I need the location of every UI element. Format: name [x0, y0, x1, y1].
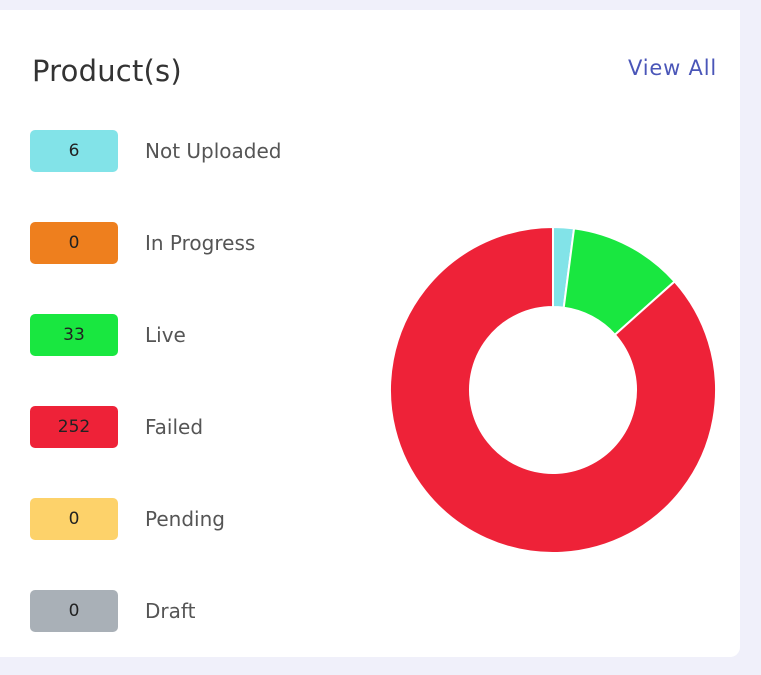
legend-item-failed[interactable]: 252 Failed — [30, 406, 203, 448]
legend-item-draft[interactable]: 0 Draft — [30, 590, 195, 632]
legend-item-not-uploaded[interactable]: 6 Not Uploaded — [30, 130, 281, 172]
products-card: Product(s) View All 6 Not Uploaded 0 In … — [0, 10, 740, 657]
legend-item-in-progress[interactable]: 0 In Progress — [30, 222, 255, 264]
legend-badge-in-progress: 0 — [30, 222, 118, 264]
legend-label-pending: Pending — [145, 507, 225, 531]
legend-badge-pending: 0 — [30, 498, 118, 540]
legend-item-pending[interactable]: 0 Pending — [30, 498, 225, 540]
legend-badge-failed: 252 — [30, 406, 118, 448]
card-title: Product(s) — [32, 54, 182, 88]
donut-chart — [389, 225, 717, 554]
legend-label-failed: Failed — [145, 415, 204, 439]
legend-badge-draft: 0 — [30, 590, 118, 632]
legend-item-live[interactable]: 33 Live — [30, 314, 186, 356]
legend-label-draft: Draft — [145, 599, 196, 623]
legend-label-in-progress: In Progress — [145, 231, 256, 255]
legend-label-live: Live — [145, 323, 186, 347]
legend-badge-not-uploaded: 6 — [30, 130, 118, 172]
view-all-link[interactable]: View All — [628, 56, 717, 80]
legend-badge-live: 33 — [30, 314, 118, 356]
legend-label-not-uploaded: Not Uploaded — [145, 139, 282, 163]
